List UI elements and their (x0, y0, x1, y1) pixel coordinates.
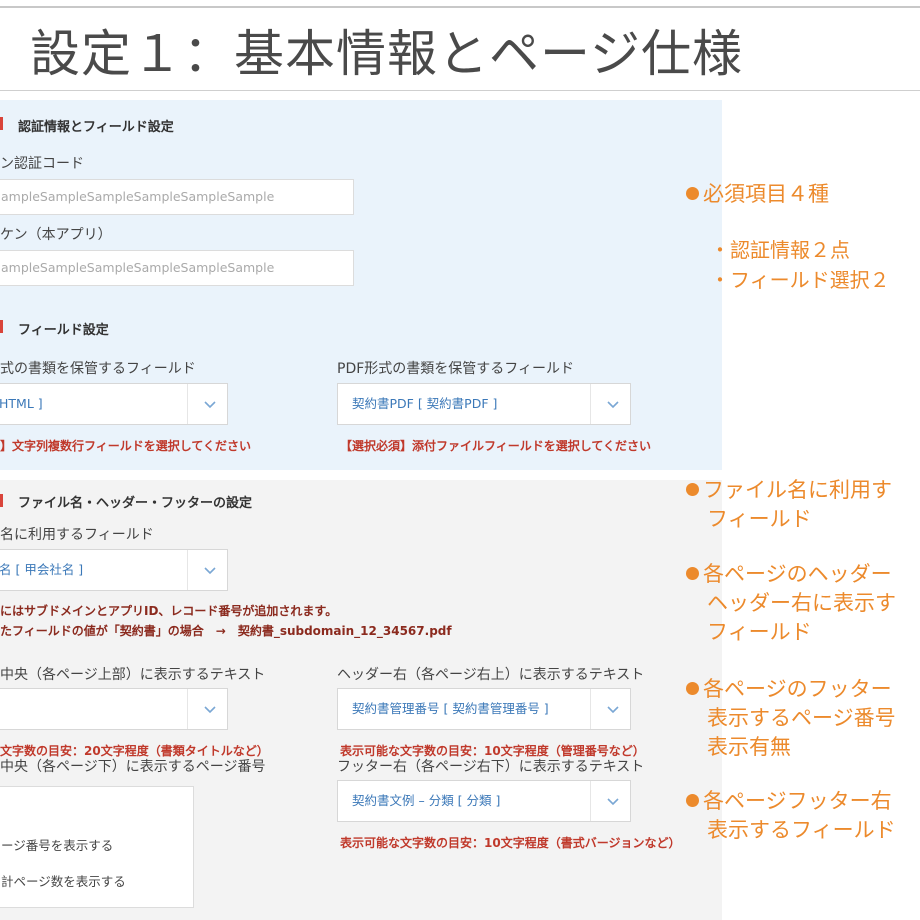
auth-field-panel: 認証情報とフィールド設定 ン認証コード ampleSampleSampleSam… (0, 100, 722, 470)
bullet-dot-icon (686, 682, 699, 695)
header-center-label: 中央（各ページ上部）に表示するテキスト (0, 667, 266, 683)
select-divider (187, 384, 188, 424)
section-marker (0, 117, 3, 130)
annotation-auth-info: ・認証情報２点 (710, 238, 850, 262)
annotation-field-select: ・フィールド選択２ (710, 268, 890, 292)
filename-note-1: にはサブドメインとアプリID、レコード番号が追加されます。 (0, 604, 338, 618)
select-divider (590, 689, 591, 729)
filename-field-label: 名に利用するフィールド (0, 527, 154, 543)
auth-code-label: ン認証コード (0, 156, 84, 172)
annotation-header: 各ページのヘッダー ヘッダー右に表示す フィールド (686, 560, 896, 647)
pdf-field-value: 契約書PDF [ 契約書PDF ] (352, 396, 498, 411)
page-title: 設定１：基本情報とページ仕様 (30, 25, 743, 83)
radio-show-page-number[interactable]: ージ番号を表示する (1, 835, 113, 854)
annotation-footer-page-number: 各ページのフッター 表示するページ番号 表示有無 (686, 675, 896, 762)
bullet-dot-icon (686, 794, 699, 807)
bullet-dot-icon (686, 567, 699, 580)
page-number-options: ージ番号を表示する 計ページ数を表示する (0, 786, 194, 908)
chevron-down-icon[interactable] (203, 702, 217, 716)
footer-center-label: 中央（各ページ下）に表示するページ番号 (0, 759, 266, 775)
pdf-field-label: PDF形式の書類を保管するフィールド (337, 361, 574, 377)
html-field-value: HTML ] (0, 396, 43, 411)
header-center-select[interactable] (0, 688, 228, 730)
annotation-footer-right: 各ページフッター右 表示するフィールド (686, 787, 896, 845)
section-marker (0, 320, 3, 333)
header-right-value: 契約書管理番号 [ 契約書管理番号 ] (352, 701, 549, 716)
section-heading-file: ファイル名・ヘッダー・フッターの設定 (18, 496, 253, 511)
header-right-label: ヘッダー右（各ページ右上）に表示するテキスト (337, 667, 645, 683)
title-divider (0, 90, 920, 91)
filename-field-select[interactable]: 名 [ 甲会社名 ] (0, 549, 228, 591)
html-field-select[interactable]: HTML ] (0, 383, 228, 425)
select-divider (590, 384, 591, 424)
html-field-label: 式の書類を保管するフィールド (0, 361, 196, 377)
section-heading-field: フィールド設定 (18, 323, 109, 338)
chevron-down-icon[interactable] (203, 397, 217, 411)
radio-show-total-pages[interactable]: 計ページ数を表示する (1, 871, 126, 890)
select-divider (187, 689, 188, 729)
bullet-dot-icon (686, 483, 699, 496)
section-heading-auth: 認証情報とフィールド設定 (18, 120, 174, 135)
chevron-down-icon[interactable] (606, 702, 620, 716)
pdf-field-note: 【選択必須】添付ファイルフィールドを選択してください (340, 439, 652, 453)
chevron-down-icon[interactable] (606, 397, 620, 411)
annotation-filename: ファイル名に利用す フィールド (686, 476, 892, 534)
footer-right-note: 表示可能な文字数の目安：10文字程度（書式バージョンなど） (340, 836, 681, 850)
header-right-select[interactable]: 契約書管理番号 [ 契約書管理番号 ] (337, 688, 631, 730)
token-label: ケン（本アプリ） (0, 227, 112, 243)
chevron-down-icon[interactable] (203, 563, 217, 577)
chevron-down-icon[interactable] (606, 794, 620, 808)
token-input[interactable]: ampleSampleSampleSampleSampleSample (0, 250, 354, 286)
filename-note-2: たフィールドの値が「契約書」の場合 → 契約書_subdomain_12_345… (0, 624, 452, 638)
select-divider (187, 550, 188, 590)
pdf-field-select[interactable]: 契約書PDF [ 契約書PDF ] (337, 383, 631, 425)
footer-right-select[interactable]: 契約書文例 – 分類 [ 分類 ] (337, 780, 631, 822)
filename-field-value: 名 [ 甲会社名 ] (0, 562, 84, 577)
html-field-note: 】文字列複数行フィールドを選択してください (0, 439, 252, 453)
section-marker (0, 494, 3, 507)
footer-right-label: フッター右（各ページ右下）に表示するテキスト (337, 759, 645, 775)
auth-code-input[interactable]: ampleSampleSampleSampleSampleSample (0, 179, 354, 215)
footer-right-value: 契約書文例 – 分類 [ 分類 ] (352, 793, 501, 808)
file-header-footer-panel: ファイル名・ヘッダー・フッターの設定 名に利用するフィールド 名 [ 甲会社名 … (0, 480, 722, 920)
annotation-required-items: 必須項目４種 (686, 180, 829, 209)
select-divider (590, 781, 591, 821)
top-rule (0, 6, 920, 8)
bullet-dot-icon (686, 187, 699, 200)
